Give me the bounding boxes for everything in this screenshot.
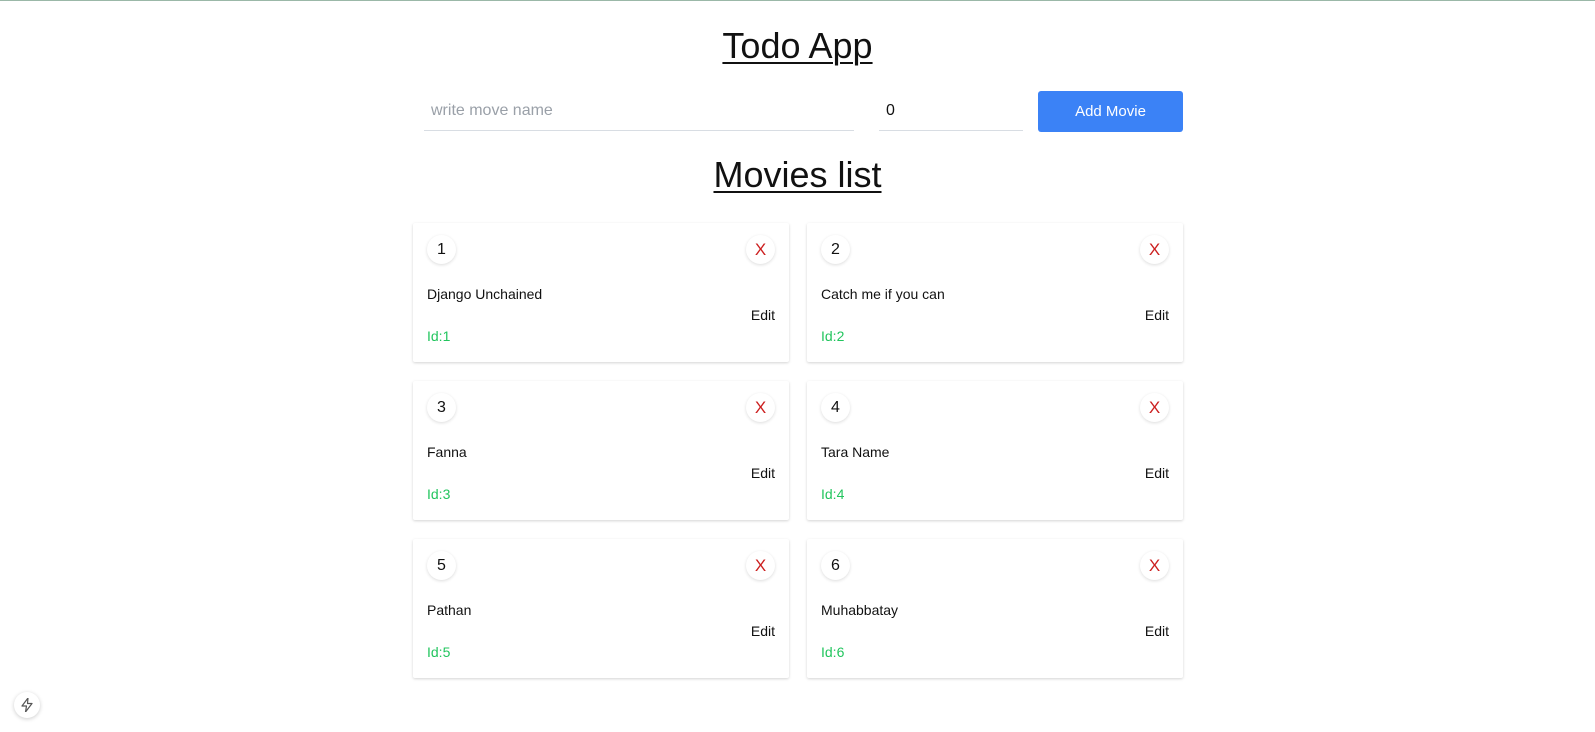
movie-name: Pathan xyxy=(427,602,472,618)
edit-movie-button[interactable]: Edit xyxy=(751,623,775,639)
movie-number-badge: 1 xyxy=(427,235,456,264)
edit-movie-button[interactable]: Edit xyxy=(751,465,775,481)
movie-number-badge: 3 xyxy=(427,393,456,422)
movie-card: 5 X Pathan Edit Id:5 xyxy=(413,539,789,678)
top-border xyxy=(0,0,1595,1)
movie-id: Id:1 xyxy=(427,328,451,344)
movie-number-badge: 6 xyxy=(821,551,850,580)
movie-name: Tara Name xyxy=(821,444,890,460)
delete-movie-button[interactable]: X xyxy=(746,393,775,422)
lightning-bolt-icon-svg xyxy=(21,698,33,712)
add-movie-button[interactable]: Add Movie xyxy=(1038,91,1183,132)
movies-list-title: Movies list xyxy=(713,154,882,195)
edit-movie-button[interactable]: Edit xyxy=(1145,623,1169,639)
edit-movie-button[interactable]: Edit xyxy=(1145,465,1169,481)
movie-number-badge: 5 xyxy=(427,551,456,580)
movie-name: Django Unchained xyxy=(427,286,543,302)
movie-id: Id:5 xyxy=(427,644,451,660)
movie-card: 4 X Tara Name Edit Id:4 xyxy=(807,381,1183,520)
movie-name: Catch me if you can xyxy=(821,286,945,302)
delete-movie-button[interactable]: X xyxy=(1140,393,1169,422)
delete-movie-button[interactable]: X xyxy=(746,551,775,580)
movie-name: Muhabbatay xyxy=(821,602,899,618)
edit-movie-button[interactable]: Edit xyxy=(751,307,775,323)
movie-card: 6 X Muhabbatay Edit Id:6 xyxy=(807,539,1183,678)
add-movie-form: Add Movie xyxy=(424,91,1183,132)
delete-movie-button[interactable]: X xyxy=(1140,235,1169,264)
movie-count-input[interactable] xyxy=(879,91,1023,131)
edit-movie-button[interactable]: Edit xyxy=(1145,307,1169,323)
delete-movie-button[interactable]: X xyxy=(1140,551,1169,580)
lightning-bolt-icon[interactable] xyxy=(14,692,40,718)
movie-id: Id:6 xyxy=(821,644,845,660)
movie-card: 3 X Fanna Edit Id:3 xyxy=(413,381,789,520)
movie-id: Id:3 xyxy=(427,486,451,502)
app-title: Todo App xyxy=(722,25,873,66)
movie-id: Id:2 xyxy=(821,328,845,344)
movie-card: 2 X Catch me if you can Edit Id:2 xyxy=(807,223,1183,362)
movie-card: 1 X Django Unchained Edit Id:1 xyxy=(413,223,789,362)
movie-id: Id:4 xyxy=(821,486,845,502)
delete-movie-button[interactable]: X xyxy=(746,235,775,264)
movie-name-input[interactable] xyxy=(424,91,854,131)
movie-number-badge: 4 xyxy=(821,393,850,422)
movie-name: Fanna xyxy=(427,444,467,460)
movie-number-badge: 2 xyxy=(821,235,850,264)
